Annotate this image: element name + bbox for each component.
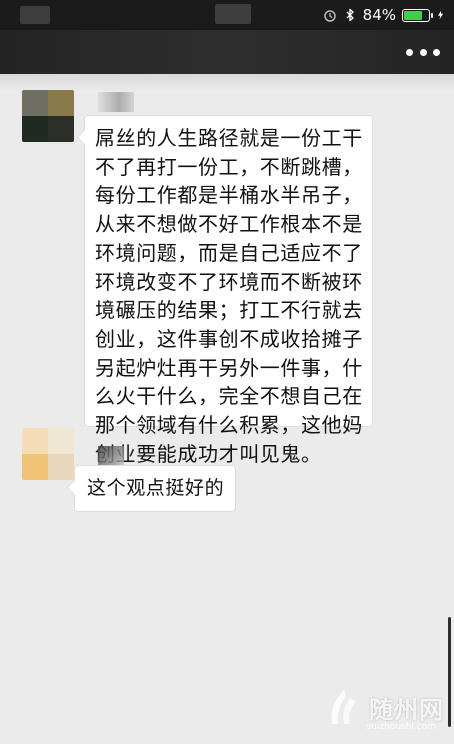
- message-text: 屌丝的人生路径就是一份工干不了再打一份工，不断跳槽，每份工作都是半桶水半吊子，从…: [95, 126, 363, 466]
- status-right: 84%: [323, 5, 446, 25]
- battery-fill: [404, 10, 422, 20]
- avatar-pixel: [48, 428, 74, 454]
- sender-name-blur: [98, 92, 134, 112]
- message-bubble[interactable]: 这个观点挺好的: [66, 465, 236, 512]
- more-button[interactable]: [406, 42, 440, 62]
- bluetooth-icon: [346, 8, 354, 22]
- alarm-icon: [323, 10, 336, 22]
- time-blur: [215, 4, 251, 24]
- avatar-pixel: [48, 116, 74, 142]
- avatar[interactable]: [22, 428, 74, 480]
- more-dot: [433, 48, 440, 56]
- bubble-tail: [66, 479, 83, 496]
- avatar-pixel: [48, 454, 74, 480]
- chat-header: [0, 30, 454, 74]
- message-bubble[interactable]: 屌丝的人生路径就是一份工干不了再打一份工，不断跳槽，每份工作都是半桶水半吊子，从…: [76, 115, 373, 466]
- message-text: 这个观点挺好的: [87, 477, 225, 499]
- avatar-pixel: [22, 428, 48, 454]
- more-dot: [419, 48, 427, 56]
- avatar-pixel: [22, 90, 48, 116]
- chat-title-blur: [0, 30, 454, 74]
- battery-icon: [402, 8, 433, 22]
- carrier-blur: [20, 6, 50, 24]
- avatar[interactable]: [22, 90, 74, 142]
- avatar-pixel: [22, 116, 48, 142]
- battery-percent: 84%: [362, 6, 396, 24]
- watermark-url: suizhoushi.com: [366, 722, 436, 732]
- more-dots-icon: [406, 48, 413, 56]
- bubble-tail: [76, 129, 93, 146]
- chat-screen: 84% 屌丝的人生路径就是一份工干不了再打一份工，不断跳槽，每份工作都是半桶水半…: [0, 0, 454, 744]
- status-bar: 84%: [0, 0, 454, 30]
- watermark: 随州网 suizhoushi.com: [324, 688, 444, 738]
- avatar-pixel: [22, 454, 48, 480]
- charging-icon: [438, 10, 444, 20]
- watermark-text: 随州网: [369, 696, 444, 724]
- scroll-indicator[interactable]: [448, 617, 451, 727]
- watermark-logo-icon: [331, 690, 356, 724]
- avatar-pixel: [48, 90, 74, 116]
